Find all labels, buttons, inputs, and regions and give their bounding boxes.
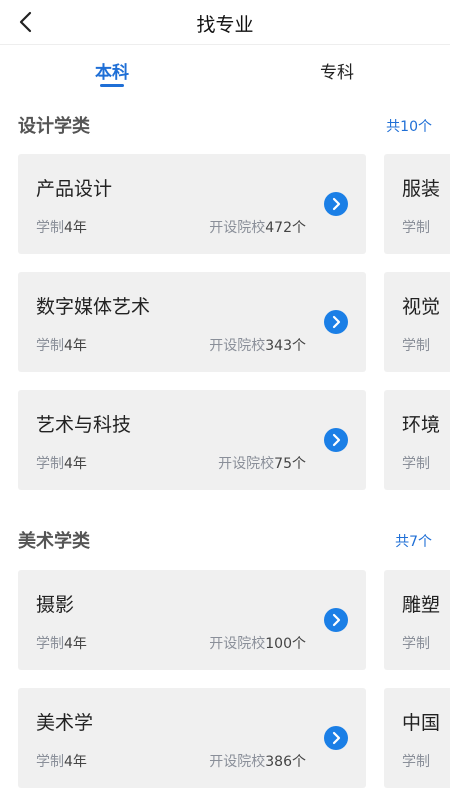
major-name: 中国	[402, 712, 441, 734]
major-card-peek[interactable]: 环境 学制	[384, 390, 450, 490]
major-card[interactable]: 产品设计 学制4年 开设院校472个	[18, 154, 366, 254]
duration-info: 学制4年	[36, 338, 87, 354]
duration-info: 学制4年	[36, 636, 87, 652]
duration-info: 学制	[402, 754, 430, 770]
major-name: 摄影	[36, 594, 75, 616]
tab-undergraduate[interactable]: 本科	[52, 58, 172, 83]
major-card-peek[interactable]: 视觉 学制	[384, 272, 450, 372]
section-count-fine-arts[interactable]: 共7个	[395, 531, 432, 551]
major-card[interactable]: 艺术与科技 学制4年 开设院校75个	[18, 390, 366, 490]
chevron-right-circle-icon[interactable]	[324, 310, 348, 334]
school-count-info: 开设院校75个	[218, 456, 306, 472]
active-tab-indicator	[100, 84, 124, 87]
school-count-info: 开设院校100个	[209, 636, 306, 652]
duration-info: 学制4年	[36, 456, 87, 472]
chevron-right-circle-icon[interactable]	[324, 726, 348, 750]
major-name: 环境	[402, 414, 441, 436]
chevron-right-circle-icon[interactable]	[324, 608, 348, 632]
tab-bar: 本科 专科	[0, 44, 450, 94]
major-card-peek[interactable]: 雕塑 学制	[384, 570, 450, 670]
chevron-right-circle-icon[interactable]	[324, 192, 348, 216]
school-count-info: 开设院校386个	[209, 754, 306, 770]
major-name: 数字媒体艺术	[36, 296, 151, 318]
section-title-design: 设计学类	[18, 116, 90, 137]
chevron-right-circle-icon[interactable]	[324, 428, 348, 452]
major-name: 雕塑	[402, 594, 441, 616]
major-card[interactable]: 摄影 学制4年 开设院校100个	[18, 570, 366, 670]
duration-info: 学制	[402, 636, 430, 652]
duration-info: 学制	[402, 220, 430, 236]
duration-info: 学制4年	[36, 754, 87, 770]
major-card[interactable]: 美术学 学制4年 开设院校386个	[18, 688, 366, 788]
major-name: 艺术与科技	[36, 414, 132, 436]
page-title: 找专业	[196, 14, 254, 36]
section-count-design[interactable]: 共10个	[386, 116, 432, 136]
top-bar: 找专业	[0, 0, 450, 45]
major-name: 产品设计	[36, 178, 113, 200]
duration-info: 学制4年	[36, 220, 87, 236]
major-card-peek[interactable]: 中国 学制	[384, 688, 450, 788]
major-name: 服装	[402, 178, 441, 200]
duration-info: 学制	[402, 456, 430, 472]
major-card[interactable]: 数字媒体艺术 学制4年 开设院校343个	[18, 272, 366, 372]
school-count-info: 开设院校472个	[209, 220, 306, 236]
major-card-peek[interactable]: 服装 学制	[384, 154, 450, 254]
tab-junior-college[interactable]: 专科	[277, 58, 397, 83]
major-name: 视觉	[402, 296, 441, 318]
school-count-info: 开设院校343个	[209, 338, 306, 354]
major-name: 美术学	[36, 712, 94, 734]
duration-info: 学制	[402, 338, 430, 354]
section-title-fine-arts: 美术学类	[18, 531, 90, 552]
